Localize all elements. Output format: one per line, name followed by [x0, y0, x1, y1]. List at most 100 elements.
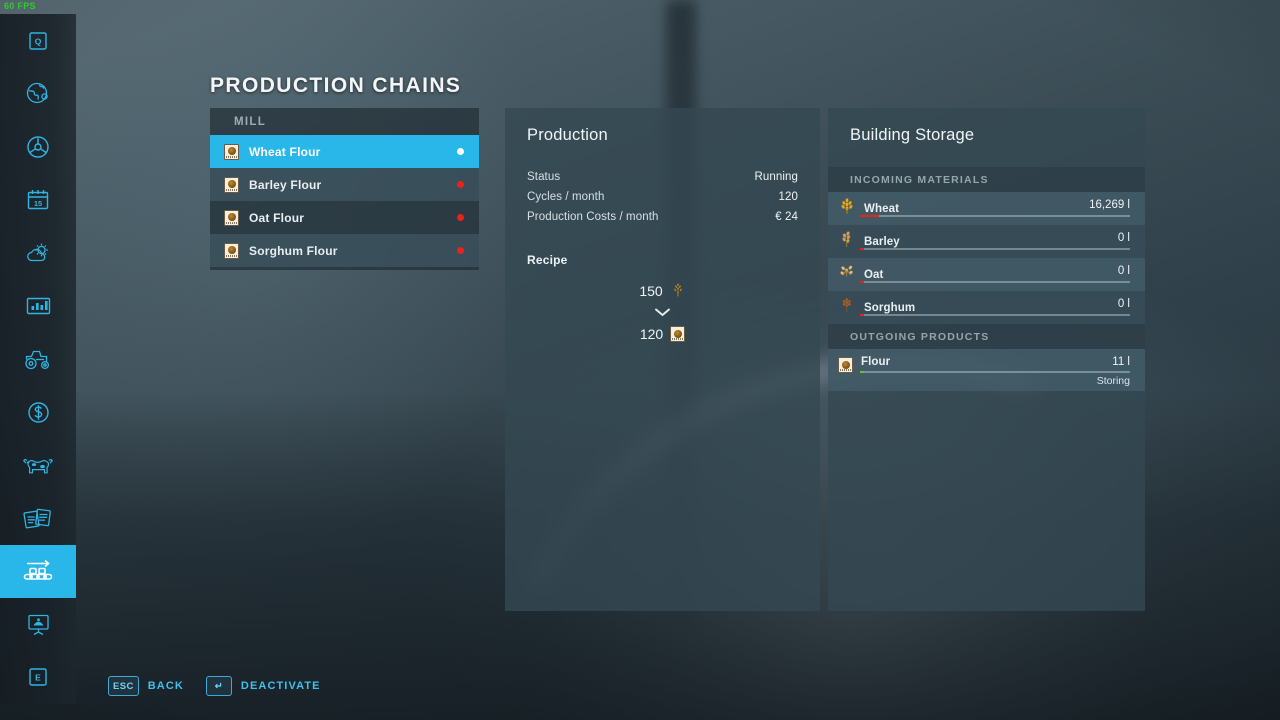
- storage-row-name: Flour: [861, 356, 891, 368]
- storage-row-name: Barley: [864, 235, 900, 248]
- fps-counter: 60 FPS: [4, 1, 36, 11]
- sidebar-item-map[interactable]: [0, 67, 76, 120]
- oat-grain-icon: [838, 263, 856, 286]
- sidebar-item-help[interactable]: Q: [0, 14, 76, 67]
- recipe-input-amount: 150: [639, 283, 663, 299]
- recipe-label: Recipe: [527, 253, 568, 267]
- storage-row-name: Sorghum: [864, 301, 916, 314]
- left-sidebar: Q 15 E: [0, 14, 76, 704]
- sidebar-item-calendar[interactable]: 15: [0, 173, 76, 226]
- stat-label: Cycles / month: [527, 191, 605, 203]
- storage-fill-bar: [860, 281, 1130, 283]
- storage-row-name: Wheat: [864, 202, 899, 215]
- production-stat-cycles: Cycles / month 120: [527, 187, 798, 207]
- production-panel-title: Production: [527, 126, 608, 144]
- mill-row-label: Barley Flour: [249, 177, 322, 192]
- status-dot: [457, 214, 464, 221]
- status-dot: [457, 247, 464, 254]
- sidebar-item-production-chains[interactable]: [0, 544, 76, 598]
- recipe-output-amount: 120: [639, 326, 664, 342]
- storage-fill-bar: [860, 314, 1130, 316]
- page-title: PRODUCTION CHAINS: [210, 74, 462, 97]
- sidebar-item-weather[interactable]: [0, 226, 76, 279]
- tractor-icon: [23, 347, 53, 371]
- flour-sack-icon: [224, 176, 239, 193]
- barley-grain-icon: [838, 230, 856, 253]
- mill-row-oat-flour[interactable]: Oat Flour: [210, 201, 479, 234]
- flour-sack-icon: [224, 242, 239, 259]
- sidebar-item-statistics[interactable]: [0, 279, 76, 332]
- sidebar-item-vehicles[interactable]: [0, 120, 76, 173]
- wheat-grain-icon: [838, 197, 856, 220]
- mill-list-header: MILL: [234, 115, 267, 128]
- storage-fill-bar: [860, 248, 1130, 250]
- mill-row-sorghum-flour[interactable]: Sorghum Flour: [210, 234, 479, 267]
- help-action-back[interactable]: ESC BACK: [108, 676, 184, 696]
- storage-panel-title: Building Storage: [850, 126, 975, 144]
- weather-icon: [24, 240, 52, 266]
- recipe-diagram: 150 120: [505, 281, 820, 342]
- storage-fill-bar: [860, 215, 1130, 217]
- chevron-down-icon: [654, 304, 671, 322]
- outgoing-products-header: OUTGOING PRODUCTS: [828, 324, 1145, 349]
- storage-fill-bar: [860, 371, 1130, 373]
- sidebar-item-construction[interactable]: [0, 598, 76, 651]
- mill-row-label: Sorghum Flour: [249, 243, 338, 258]
- help-q-icon: Q: [26, 29, 50, 53]
- animals-cow-icon: [23, 453, 53, 477]
- storage-row-amount: 0 l: [1117, 232, 1130, 244]
- production-stat-status: Status Running: [527, 167, 798, 187]
- incoming-materials-header: INCOMING MATERIALS: [828, 167, 1145, 192]
- production-chains-icon: [21, 558, 55, 584]
- status-dot: [457, 148, 464, 155]
- building-storage-panel: Building Storage INCOMING MATERIALS Whea…: [828, 108, 1145, 611]
- mill-row-wheat-flour[interactable]: Wheat Flour: [210, 135, 479, 168]
- storage-row-name: Oat: [864, 268, 884, 281]
- steering-wheel-icon: [24, 133, 52, 161]
- stat-label: Production Costs / month: [527, 211, 659, 223]
- sidebar-item-machines[interactable]: [0, 332, 76, 385]
- mill-row-label: Oat Flour: [249, 210, 305, 225]
- stat-value: € 24: [775, 211, 798, 223]
- storage-row-amount: 0 l: [1117, 298, 1130, 310]
- help-action-deactivate[interactable]: ↵ DEACTIVATE: [205, 676, 321, 696]
- key-esc: ESC: [108, 676, 139, 696]
- sidebar-item-animals[interactable]: [0, 439, 76, 492]
- contracts-icon: [23, 506, 53, 530]
- help-label-deactivate: DEACTIVATE: [240, 680, 321, 692]
- flour-sack-icon: [670, 326, 686, 342]
- sidebar-item-key-e[interactable]: E: [0, 651, 76, 704]
- key-enter: ↵: [205, 676, 232, 696]
- mill-row-barley-flour[interactable]: Barley Flour: [210, 168, 479, 201]
- production-stats: Status Running Cycles / month 120 Produc…: [505, 167, 820, 227]
- production-stat-costs: Production Costs / month € 24: [527, 207, 798, 227]
- wheat-grain-icon: [670, 281, 686, 301]
- flour-sack-icon: [224, 143, 239, 160]
- mill-row-label: Wheat Flour: [249, 144, 321, 159]
- recipe-input: 150: [639, 281, 685, 301]
- flour-sack-icon: [224, 209, 239, 226]
- finances-icon: [25, 399, 52, 426]
- calendar-icon: 15: [25, 187, 51, 213]
- storage-row-flour[interactable]: Flour 11 l Storing: [828, 349, 1145, 391]
- construction-icon: [25, 611, 52, 637]
- storage-row-oat[interactable]: Oat 0 l: [828, 258, 1145, 291]
- production-panel: Production Status Running Cycles / month…: [505, 108, 820, 611]
- svg-text:15: 15: [34, 199, 42, 208]
- storage-row-amount: 11 l: [1112, 356, 1130, 368]
- svg-text:Q: Q: [35, 36, 42, 46]
- storage-row-sorghum[interactable]: Sorghum 0 l: [828, 291, 1145, 324]
- key-e-icon: E: [26, 665, 50, 689]
- storage-row-barley[interactable]: Barley 0 l: [828, 225, 1145, 258]
- status-dot: [457, 181, 464, 188]
- storage-row-wheat[interactable]: Wheat 16,269 l: [828, 192, 1145, 225]
- recipe-output: 120: [639, 326, 686, 342]
- help-label-back: BACK: [147, 680, 184, 692]
- storage-mode-label: Storing: [1096, 375, 1130, 387]
- sidebar-item-contracts[interactable]: [0, 492, 76, 545]
- bottom-help-bar: ESC BACK ↵ DEACTIVATE: [108, 676, 321, 696]
- stat-value: Running: [754, 171, 798, 183]
- sorghum-grain-icon: [838, 296, 856, 319]
- flour-sack-icon: [838, 357, 853, 373]
- sidebar-item-finances[interactable]: [0, 386, 76, 439]
